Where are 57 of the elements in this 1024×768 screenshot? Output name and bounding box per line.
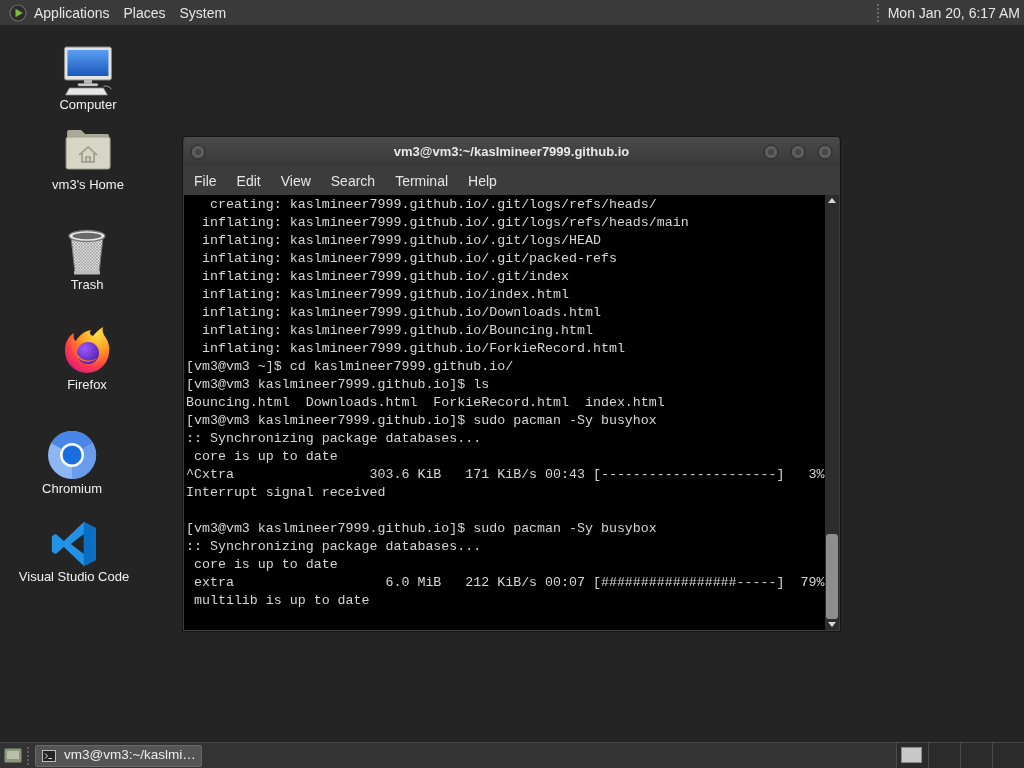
window-title: vm3@vm3:~/kaslmineer7999.github.io [393, 142, 630, 161]
terminal-line: inflating: kaslmineer7999.github.io/Bouncing.html [200, 322, 593, 340]
menu-item[interactable]: View [270, 170, 321, 191]
top-panel-menu[interactable]: System [172, 2, 234, 23]
desktop-shortcut[interactable]: Visual Studio Code [18, 521, 130, 585]
minimize-button[interactable] [763, 143, 779, 160]
terminal-line: core is up to date [192, 556, 338, 574]
menu-item[interactable]: File [184, 170, 227, 191]
terminal-line: inflating: kaslmineer7999.github.io/index.html [200, 286, 569, 304]
terminal-line: creating: kaslmineer7999.github.io/.git/logs/refs/heads/ [208, 196, 657, 214]
scrollbar[interactable] [825, 195, 839, 630]
terminal-line: inflating: kaslmineer7999.github.io/.git/logs/refs/heads/main [200, 214, 689, 232]
terminal-line: core is up to date [192, 448, 338, 466]
terminal-line: [vm3@vm3 kaslmineer7999.github.io]$ sudo pacman -Sy busyhox [186, 412, 657, 430]
top-panel-menu[interactable]: Places [116, 2, 173, 23]
computer-icon [63, 46, 113, 96]
desktop-shortcut[interactable]: Trash [67, 229, 107, 293]
terminal-line: extra 6.0 MiB 212 KiB/s 00:07 [#################-----] 79% [192, 574, 825, 592]
maximize-button[interactable] [790, 143, 806, 160]
close-button[interactable] [817, 143, 833, 160]
terminal-line: inflating: kaslmineer7999.github.io/Downloads.html [200, 304, 601, 322]
menu-item[interactable]: Terminal [385, 170, 459, 191]
menu-item[interactable]: Search [320, 170, 386, 191]
home-folder-icon [65, 128, 111, 170]
firefox-icon [63, 326, 111, 374]
play-circle-icon[interactable] [9, 3, 27, 22]
terminal-line: [vm3@vm3 kaslmineer7999.github.io]$ ls [186, 376, 490, 394]
terminal-line: :: Synchronizing package databases... [186, 538, 482, 556]
taskbar-button[interactable]: vm3@vm3:~/kaslmi… [35, 744, 202, 767]
desktop-shortcut[interactable]: vm3's Home [52, 128, 124, 193]
menu-item[interactable]: Edit [226, 170, 271, 191]
terminal-line: ^Cxtra 303.6 KiB 171 KiB/s 00:43 [----------------------] 3% [186, 466, 825, 484]
terminal-line: :: Synchronizing package databases... [186, 430, 482, 448]
terminal-line: Bouncing.html Downloads.html ForkieRecord.html index.html [186, 394, 665, 412]
terminal-line: multilib is up to date [192, 592, 370, 610]
terminal-icon [42, 749, 56, 762]
window-thumbnail-icon [901, 747, 922, 763]
desktop-shortcut[interactable]: Chromium [42, 430, 102, 497]
terminal-line: [vm3@vm3 kaslmineer7999.github.io]$ sudo pacman -Sy busybox [186, 520, 657, 538]
desktop-shortcut[interactable]: Firefox [63, 326, 111, 393]
scrollbar-thumb[interactable] [826, 534, 838, 619]
top-panel-menu[interactable]: Applications [27, 2, 117, 23]
terminal-line: inflating: kaslmineer7999.github.io/ForkieRecord.html [200, 340, 625, 358]
chromium-icon [47, 430, 97, 480]
terminal-line: inflating: kaslmineer7999.github.io/.git/logs/HEAD [200, 232, 601, 250]
terminal-line: [vm3@vm3 ~]$ cd kaslmineer7999.github.io/ [186, 358, 514, 376]
visual-studio-code-icon [51, 521, 97, 567]
show-desktop-icon[interactable] [4, 747, 22, 764]
trash-icon [67, 229, 107, 275]
terminal-line: inflating: kaslmineer7999.github.io/.git/packed-refs [200, 250, 617, 268]
window-menu-button[interactable] [190, 143, 206, 160]
desktop-shortcut[interactable]: Computer [59, 46, 117, 113]
clock[interactable]: Mon Jan 20, 6:17 AM [883, 2, 1024, 23]
terminal-line: Interrupt signal received [186, 484, 386, 502]
terminal-line: inflating: kaslmineer7999.github.io/.git/index [200, 268, 569, 286]
workspace-switcher[interactable] [896, 743, 1024, 768]
menu-item[interactable]: Help [458, 170, 507, 191]
